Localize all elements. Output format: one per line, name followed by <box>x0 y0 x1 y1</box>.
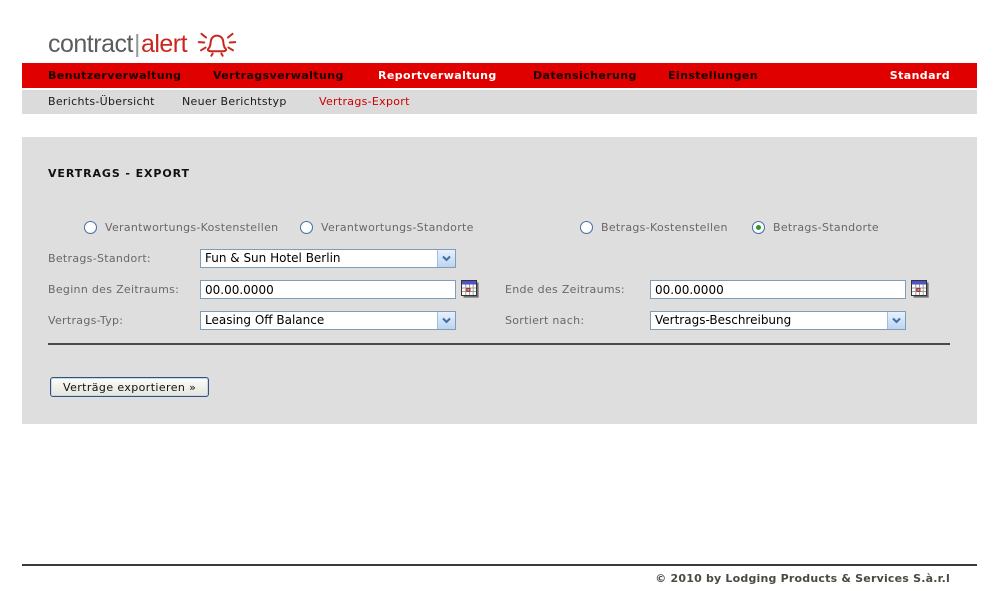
calendar-icon[interactable] <box>461 280 479 298</box>
nav-item-einstellungen[interactable]: Einstellungen <box>668 63 758 88</box>
nav-user-role-standard[interactable]: Standard <box>890 63 950 88</box>
vertrags-typ-label: Vertrags-Typ: <box>48 311 123 330</box>
chevron-down-icon[interactable] <box>437 312 455 329</box>
subnav-item-vertrags-export[interactable]: Vertrags-Export <box>319 90 410 114</box>
ende-zeitraum-label: Ende des Zeitraums: <box>505 280 625 299</box>
alarm-bell-icon <box>196 26 238 64</box>
radio-button-icon[interactable] <box>752 221 765 234</box>
footer-divider <box>22 564 977 566</box>
sortiert-nach-select[interactable]: Vertrags-Beschreibung <box>650 311 906 330</box>
app-logo: contract|alert <box>48 24 238 64</box>
vertrags-typ-select[interactable]: Leasing Off Balance <box>200 311 456 330</box>
footer-copyright: © 2010 by Lodging Products & Services S.… <box>655 572 950 585</box>
radio-label: Betrags-Kostenstellen <box>601 221 728 234</box>
logo-separator: | <box>133 30 141 58</box>
vertrags-export-panel: VERTRAGS - EXPORT Verantwortungs-Kostens… <box>22 137 977 424</box>
page-title: VERTRAGS - EXPORT <box>48 167 190 180</box>
chevron-down-icon[interactable] <box>437 250 455 267</box>
beginn-zeitraum-input[interactable] <box>200 280 456 299</box>
radio-label: Verantwortungs-Kostenstellen <box>105 221 278 234</box>
sub-navbar: Berichts-Übersicht Neuer Berichtstyp Ver… <box>22 90 977 114</box>
chevron-down-icon[interactable] <box>887 312 905 329</box>
nav-item-datensicherung[interactable]: Datensicherung <box>533 63 637 88</box>
betrags-standort-select[interactable]: Fun & Sun Hotel Berlin <box>200 249 456 268</box>
radio-verantwortungs-standorte[interactable]: Verantwortungs-Standorte <box>300 221 474 234</box>
select-selected-value: Vertrags-Beschreibung <box>651 312 887 329</box>
beginn-zeitraum-label: Beginn des Zeitraums: <box>48 280 179 299</box>
radio-verantwortungs-kostenstellen[interactable]: Verantwortungs-Kostenstellen <box>84 221 278 234</box>
radio-button-icon[interactable] <box>84 221 97 234</box>
nav-item-benutzerverwaltung[interactable]: Benutzerverwaltung <box>48 63 181 88</box>
ende-zeitraum-input[interactable] <box>650 280 906 299</box>
app-logo-text: contract|alert <box>48 29 187 59</box>
select-selected-value: Leasing Off Balance <box>201 312 437 329</box>
vertraege-exportieren-button[interactable]: Verträge exportieren » <box>50 377 209 397</box>
radio-betrags-standorte[interactable]: Betrags-Standorte <box>752 221 879 234</box>
radio-button-icon[interactable] <box>300 221 313 234</box>
nav-item-vertragsverwaltung[interactable]: Vertragsverwaltung <box>213 63 344 88</box>
radio-label: Betrags-Standorte <box>773 221 879 234</box>
nav-item-reportverwaltung[interactable]: Reportverwaltung <box>378 63 497 88</box>
betrags-standort-label: Betrags-Standort: <box>48 249 151 268</box>
select-selected-value: Fun & Sun Hotel Berlin <box>201 250 437 267</box>
radio-button-icon[interactable] <box>580 221 593 234</box>
calendar-icon[interactable] <box>911 280 929 298</box>
logo-part-alert: alert <box>141 30 187 58</box>
subnav-item-berichts-uebersicht[interactable]: Berichts-Übersicht <box>48 90 155 114</box>
subnav-item-neuer-berichtstyp[interactable]: Neuer Berichtstyp <box>182 90 287 114</box>
radio-label: Verantwortungs-Standorte <box>321 221 474 234</box>
logo-part-contract: contract <box>48 30 133 58</box>
form-divider <box>48 343 950 345</box>
radio-betrags-kostenstellen[interactable]: Betrags-Kostenstellen <box>580 221 728 234</box>
sortiert-nach-label: Sortiert nach: <box>505 311 584 330</box>
main-navbar: Benutzerverwaltung Vertragsverwaltung Re… <box>22 63 977 88</box>
